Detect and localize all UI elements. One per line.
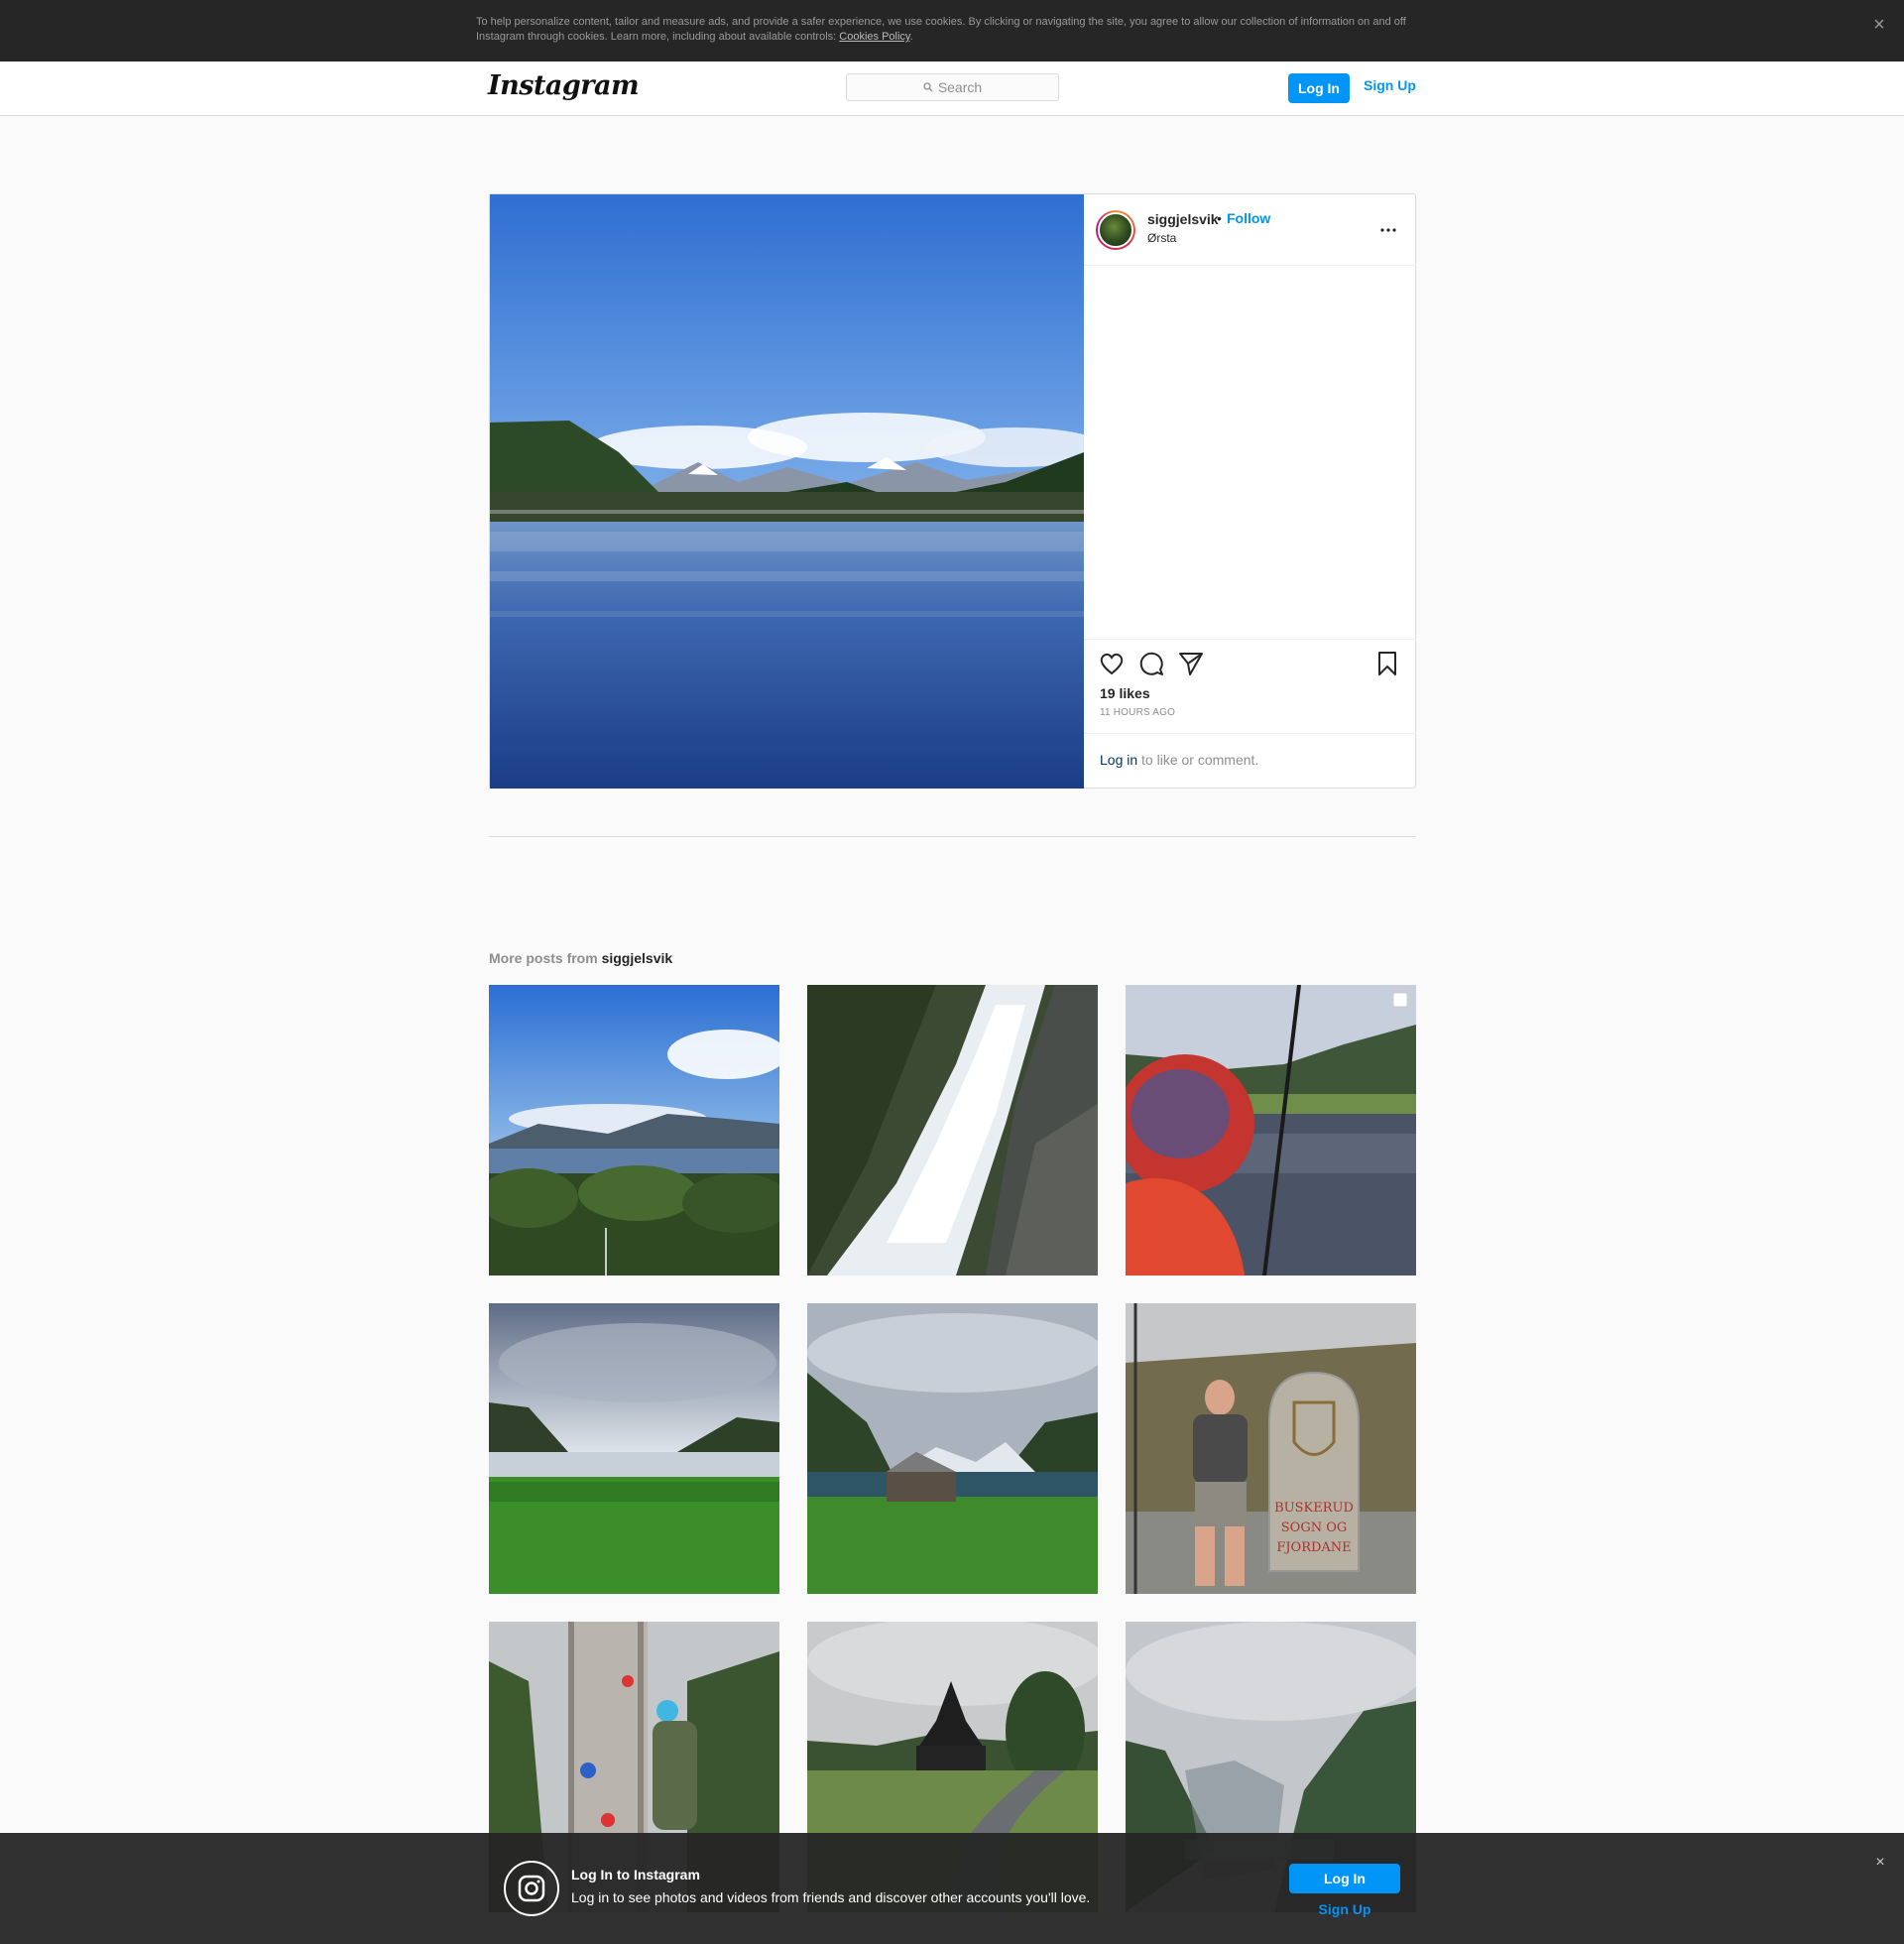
- signup-link[interactable]: Sign Up: [1364, 77, 1416, 93]
- close-icon[interactable]: ×: [1870, 1853, 1890, 1873]
- search-icon: [923, 82, 933, 92]
- avatar[interactable]: [1096, 210, 1135, 250]
- separator-dot: •: [1217, 210, 1222, 226]
- login-banner-title: Log In to Instagram: [571, 1867, 700, 1883]
- instagram-camera-icon: [504, 1861, 559, 1916]
- cookie-close-icon[interactable]: ×: [1868, 14, 1890, 36]
- login-prompt-text: to like or comment.: [1137, 752, 1259, 768]
- post-username[interactable]: siggjelsvik: [1147, 211, 1219, 227]
- cookie-text: To help personalize content, tailor and …: [476, 16, 1406, 43]
- section-divider: [489, 836, 1416, 837]
- login-banner: Log In to Instagram Log in to see photos…: [0, 1833, 1904, 1944]
- more-posts-username[interactable]: siggjelsvik: [602, 950, 673, 966]
- grid-post-2[interactable]: [807, 985, 1098, 1276]
- comment-icon[interactable]: [1137, 650, 1165, 677]
- more-posts-heading: More posts from siggjelsvik: [489, 950, 673, 966]
- banner-login-button[interactable]: Log In: [1289, 1864, 1400, 1893]
- post-actions: 19 likes 11 HOURS AGO Log in to like or …: [1084, 639, 1416, 788]
- post-header: siggjelsvik • Follow Ørsta: [1084, 194, 1416, 266]
- grid-post-4[interactable]: [489, 1303, 779, 1594]
- bookmark-icon[interactable]: [1373, 650, 1401, 677]
- milestone-text-1: BUSKERUD: [1274, 1501, 1354, 1516]
- search-input[interactable]: Search: [846, 73, 1059, 101]
- grid-post-6[interactable]: BUSKERUD SOGN OG FJORDANE: [1126, 1303, 1416, 1594]
- lake-photo: [490, 194, 1084, 789]
- banner-signup-link[interactable]: Sign Up: [1289, 1901, 1400, 1917]
- post-timestamp[interactable]: 11 HOURS AGO: [1100, 707, 1175, 718]
- follow-button[interactable]: Follow: [1227, 210, 1270, 226]
- top-navbar: Instagram Search Log In Sign Up: [0, 61, 1904, 116]
- cookies-policy-link[interactable]: Cookies Policy: [839, 31, 909, 43]
- more-options-icon[interactable]: [1376, 218, 1400, 242]
- grid-post-5[interactable]: [807, 1303, 1098, 1594]
- milestone-text-3: FJORDANE: [1276, 1540, 1351, 1555]
- login-button[interactable]: Log In: [1288, 73, 1350, 103]
- login-link[interactable]: Log in: [1100, 752, 1137, 768]
- grid-post-1[interactable]: [489, 985, 779, 1276]
- search-placeholder: Search: [937, 79, 983, 95]
- login-banner-subtitle: Log in to see photos and videos from fri…: [571, 1889, 1091, 1905]
- milestone-text-2: SOGN OG: [1281, 1520, 1348, 1535]
- heart-icon[interactable]: [1098, 650, 1126, 677]
- cookie-banner: To help personalize content, tailor and …: [0, 0, 1904, 61]
- post-image[interactable]: [490, 194, 1084, 789]
- like-count[interactable]: 19 likes: [1100, 685, 1150, 701]
- post-location[interactable]: Ørsta: [1147, 231, 1176, 245]
- post-sidebar: siggjelsvik • Follow Ørsta 19 likes 11 H…: [1084, 194, 1416, 788]
- grid-post-3[interactable]: [1126, 985, 1416, 1276]
- share-icon[interactable]: [1177, 650, 1205, 677]
- instagram-logo[interactable]: Instagram: [488, 70, 640, 101]
- post-card: siggjelsvik • Follow Ørsta 19 likes 11 H…: [489, 193, 1416, 789]
- login-to-comment: Log in to like or comment.: [1084, 733, 1416, 789]
